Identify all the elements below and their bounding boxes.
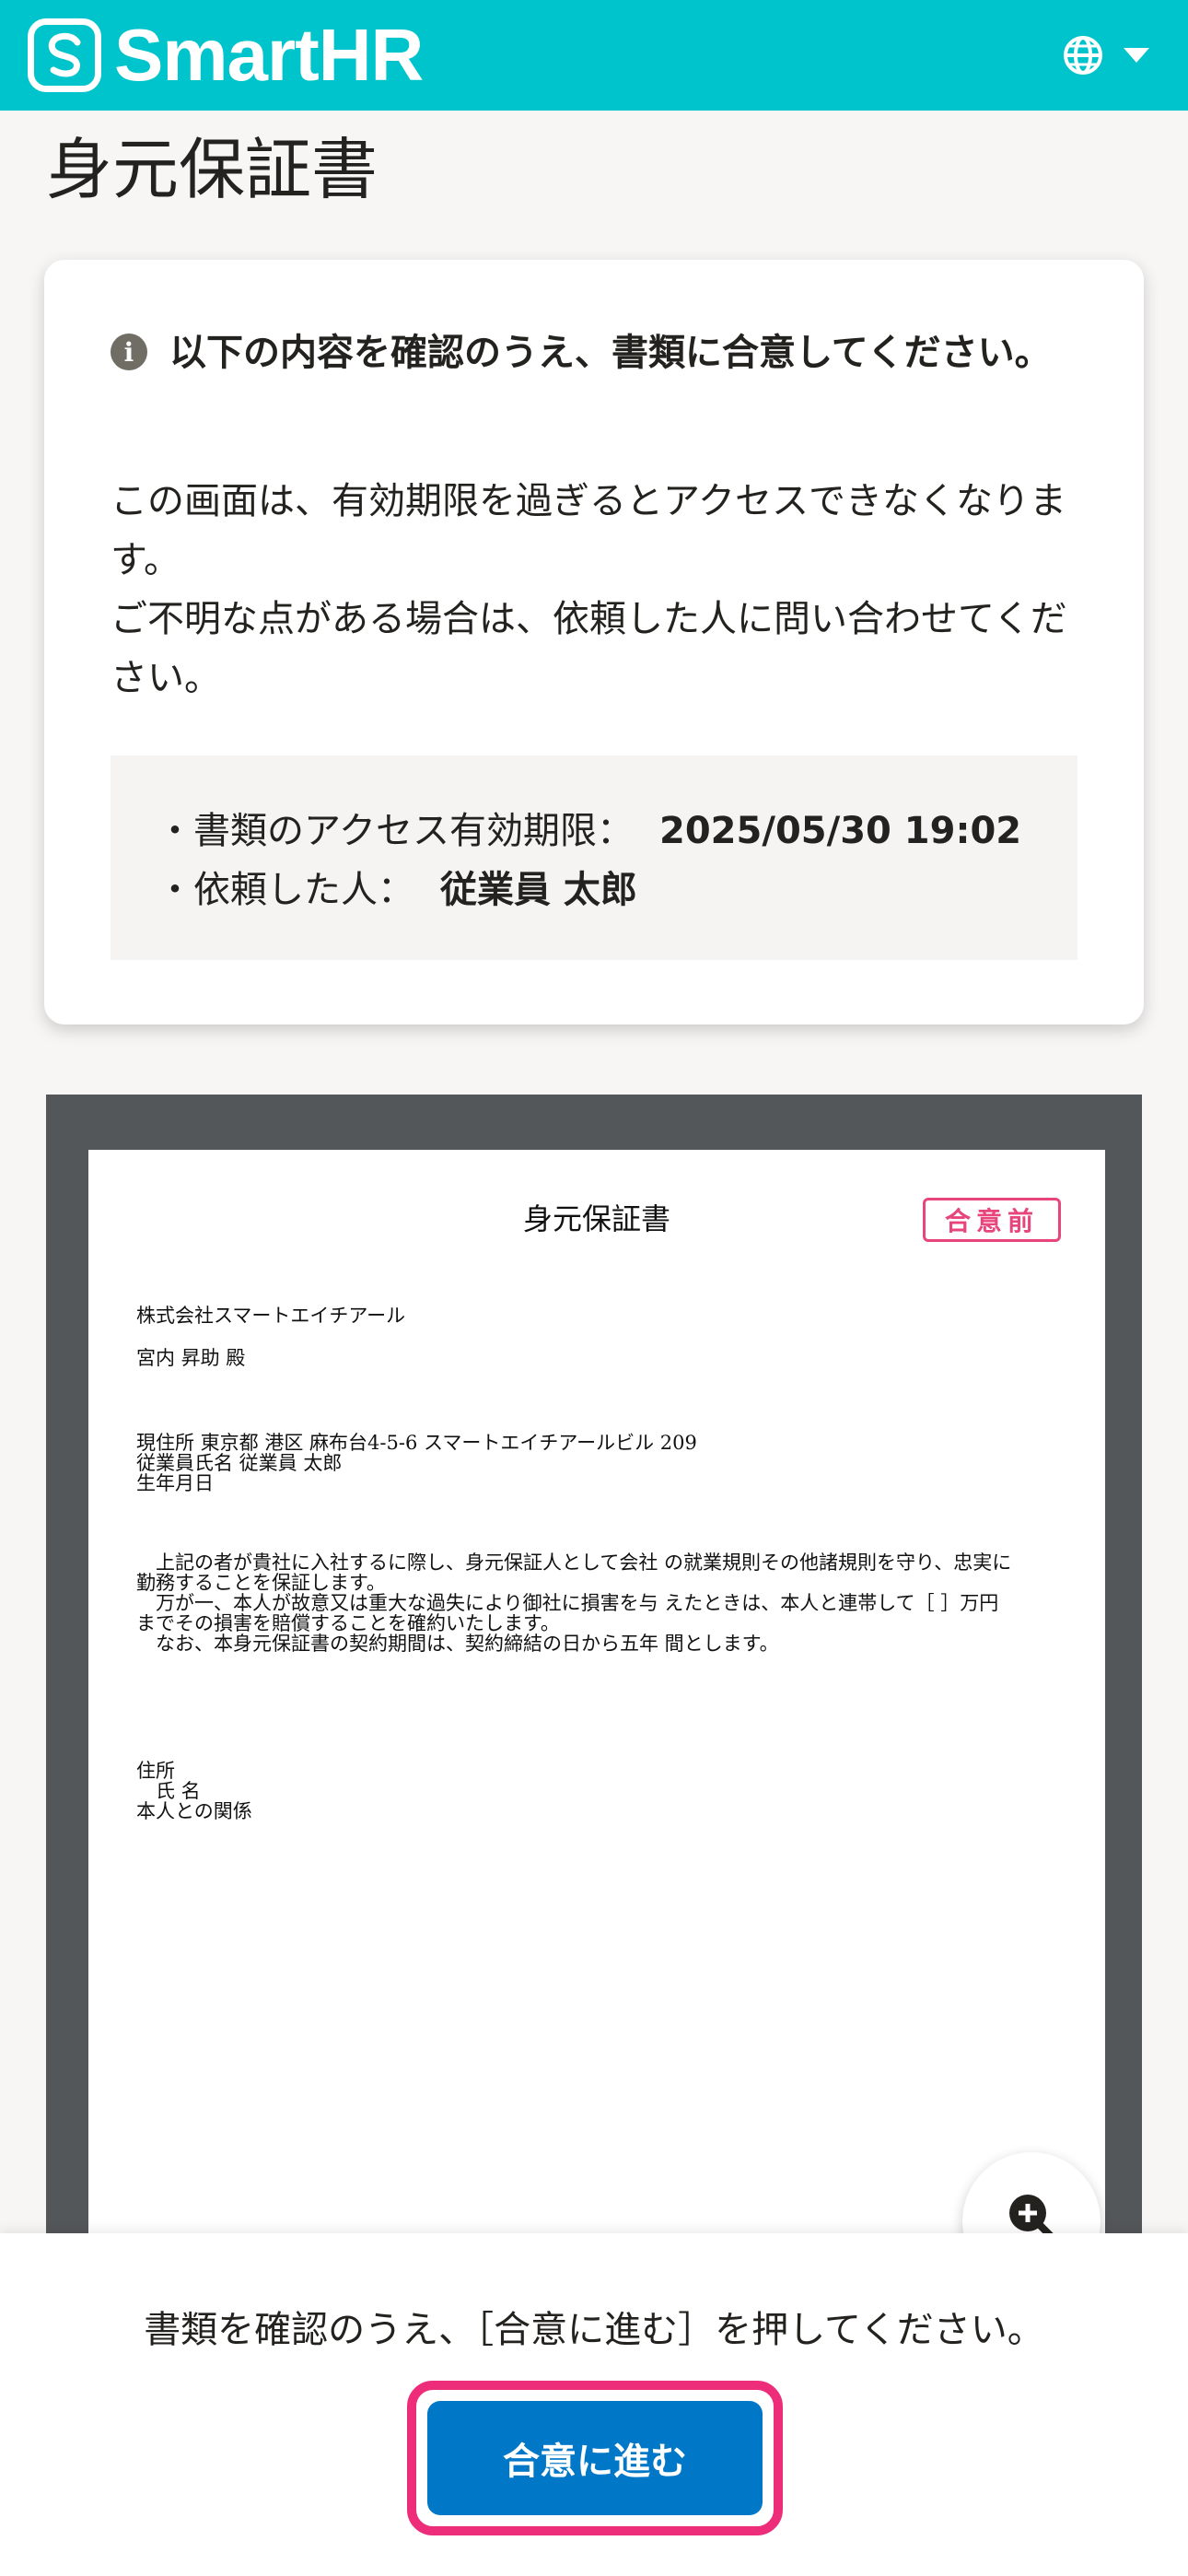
action-bar: 書類を確認のうえ、［合意に進む］を押してください。 合意に進む [0, 2233, 1188, 2576]
description-line: ご不明な点がある場合は、依頼した人に問い合わせてください。 [111, 598, 1067, 699]
document-body-line: 万が一、本人が故意又は重大な過失により御社に損害を与 えたときは、本人と連帯して… [136, 1592, 999, 1614]
description: この画面は、有効期限を過ぎるとアクセスできなくなります。 ご不明な点がある場合は… [111, 472, 1087, 708]
document-body-line: 上記の者が貴社に入社するに際し、身元保証人として会社 の就業規則その他諸規則を守… [136, 1551, 1012, 1574]
instruction-text: 書類を確認のうえ、［合意に進む］を押してください。 [144, 2309, 1044, 2351]
document-addressee: 宮内 昇助 殿 [136, 1347, 246, 1369]
document-page: 身元保証書 合意前 株式会社スマートエイチアール 宮内 昇助 殿 現住所 東京都… [88, 1150, 1105, 2237]
caret-down-icon [1124, 48, 1149, 63]
requester-value: 従業員 太郎 [440, 869, 637, 911]
expiry-value: 2025/05/30 19:02 [659, 810, 1022, 852]
app-header: SmartHR [0, 0, 1188, 111]
signature-relation: 本人との関係 [136, 1800, 252, 1822]
signature-address: 住所 [136, 1760, 175, 1782]
brand[interactable]: SmartHR [28, 14, 424, 96]
info-icon: i [111, 334, 147, 370]
smarthr-s-logo-icon [28, 18, 101, 92]
notice: i 以下の内容を確認のうえ、書類に合意してください。 [111, 326, 1068, 380]
agree-button[interactable]: 合意に進む [427, 2401, 763, 2515]
page-title: 身元保証書 [46, 131, 379, 208]
language-switcher[interactable] [1063, 35, 1160, 76]
document-body-line: なお、本身元保証書の契約期間は、契約締結の日から五年 間とします。 [136, 1633, 779, 1655]
document-viewer[interactable]: 身元保証書 合意前 株式会社スマートエイチアール 宮内 昇助 殿 現住所 東京都… [46, 1095, 1142, 2237]
status-stamp: 合意前 [923, 1198, 1061, 1242]
document-meta: ・書類のアクセス有効期限： 2025/05/30 19:02 ・依頼した人： 従… [111, 755, 1077, 960]
info-card: i 以下の内容を確認のうえ、書類に合意してください。 この画面は、有効期限を過ぎ… [44, 260, 1144, 1025]
document-company: 株式会社スマートエイチアール [136, 1305, 406, 1327]
signature-name: 氏 名 [136, 1780, 201, 1802]
brand-name: SmartHR [114, 14, 424, 96]
requester-label: ・依頼した人： [157, 869, 414, 911]
document-employee: 従業員氏名 従業員 太郎 [136, 1452, 343, 1474]
document-body-line: までその損害を賠償することを確約いたします。 [136, 1612, 560, 1634]
document-address: 現住所 東京都 港区 麻布台4-5-6 スマートエイチアールビル 209 [136, 1432, 697, 1454]
expiry-label: ・書類のアクセス有効期限： [157, 810, 634, 852]
notice-text: 以下の内容を確認のうえ、書類に合意してください。 [169, 332, 1052, 374]
globe-icon [1064, 36, 1102, 75]
expiry-row: ・書類のアクセス有効期限： 2025/05/30 19:02 [157, 802, 1077, 861]
document-birthdate: 生年月日 [136, 1472, 214, 1494]
description-line: この画面は、有効期限を過ぎるとアクセスできなくなります。 [111, 480, 1066, 581]
requester-row: ・依頼した人： 従業員 太郎 [157, 861, 1077, 919]
document-body-line: 勤務することを保証します。 [136, 1572, 386, 1594]
